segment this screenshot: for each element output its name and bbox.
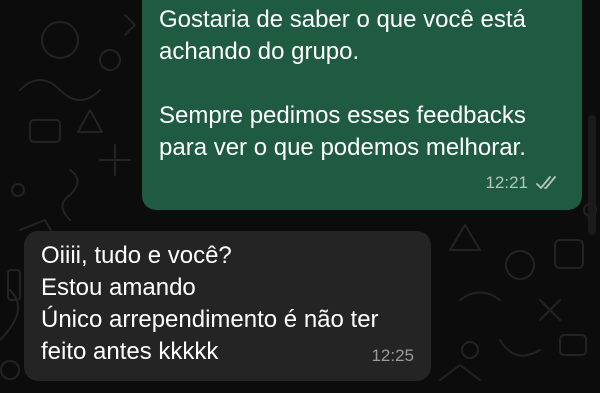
double-check-icon xyxy=(536,176,556,189)
message-text-line: Estou amando xyxy=(41,274,196,301)
message-text-line: Sempre pedimos esses feedbacks xyxy=(159,102,526,129)
message-meta: 12:25 xyxy=(371,340,414,372)
incoming-message-bubble[interactable]: Oiiii, tudo e você? Estou amando Único a… xyxy=(24,231,431,381)
message-text-line: Oiiii, tudo e você? xyxy=(41,242,232,269)
message-time: 12:25 xyxy=(371,346,414,365)
message-text-line: Único arrependimento é não ter xyxy=(41,306,379,333)
chat-view: Gostaria de saber o que você está achand… xyxy=(0,0,600,393)
message-time: 12:21 xyxy=(485,173,528,192)
message-text-line: achando do grupo. xyxy=(159,38,360,65)
outgoing-message-bubble[interactable]: Gostaria de saber o que você está achand… xyxy=(142,0,582,210)
message-text-line: Gostaria de saber o que você está xyxy=(159,6,526,33)
scroll-indicator[interactable] xyxy=(588,115,596,235)
message-text-line: para ver o que podemos melhorar. xyxy=(159,134,526,161)
message-text-line: feito antes kkkkk xyxy=(41,338,219,365)
message-meta: 12:21 xyxy=(485,167,560,199)
